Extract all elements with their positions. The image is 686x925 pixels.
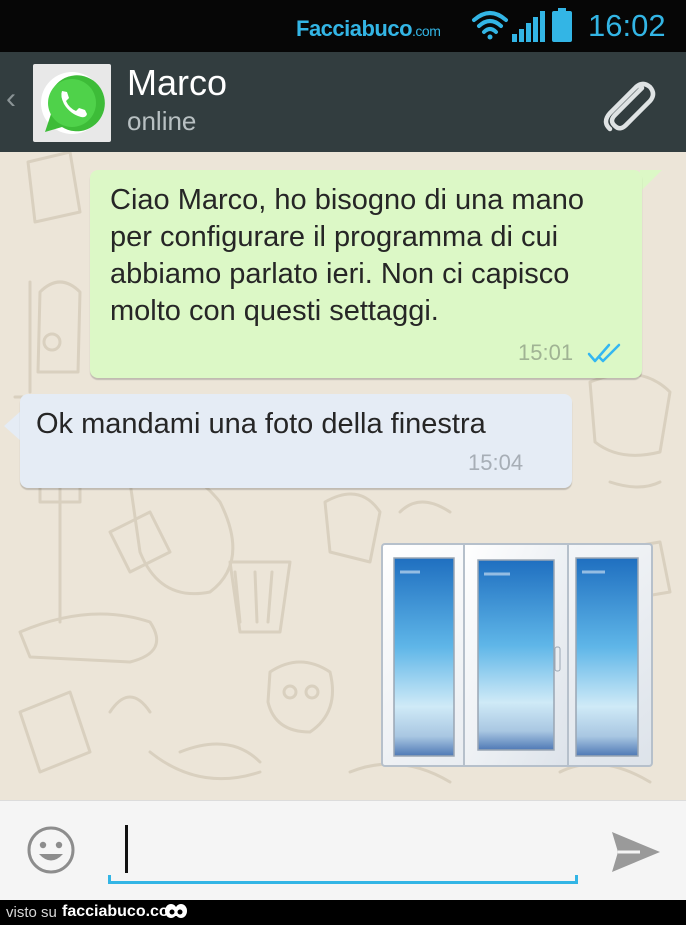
chat-header: ‹ Marco online (0, 52, 686, 152)
message-text: Ciao Marco, ho bisogno di una mano per c… (110, 184, 584, 327)
back-button[interactable]: ‹ (6, 84, 16, 114)
status-icons (472, 8, 572, 42)
outgoing-bubble-tail (640, 170, 662, 192)
input-underline-left (108, 875, 111, 884)
message-text: Ok mandami una foto della finestra (36, 408, 486, 440)
double-check-icon (587, 343, 621, 363)
incoming-message-bubble[interactable]: Ok mandami una foto della finestra 15:04 (20, 394, 572, 488)
status-brand-suffix: .com (412, 23, 441, 39)
avatar[interactable] (33, 64, 111, 142)
status-brand-name: Facciabuco (296, 16, 413, 41)
smiley-icon[interactable] (26, 825, 76, 875)
message-time: 15:01 (518, 340, 574, 365)
signal-icon (512, 11, 545, 42)
eyes-icon (165, 904, 187, 918)
battery-icon (552, 8, 572, 42)
message-time: 15:04 (468, 450, 524, 475)
input-bar (0, 800, 686, 901)
message-input[interactable] (108, 821, 578, 884)
chat-area[interactable]: Ciao Marco, ho bisogno di una mano per c… (0, 152, 686, 800)
window-image[interactable] (380, 542, 656, 770)
text-cursor (125, 825, 128, 873)
status-time: 16:02 (588, 8, 666, 43)
wifi-icon (472, 11, 508, 40)
contact-status: online (127, 106, 197, 136)
whatsapp-logo-icon (41, 72, 105, 134)
status-bar: Facciabuco.com 16:02 (0, 0, 686, 52)
contact-name[interactable]: Marco (127, 62, 227, 104)
outgoing-message-bubble[interactable]: Ciao Marco, ho bisogno di una mano per c… (90, 170, 642, 378)
status-brand: Facciabuco.com (296, 16, 441, 42)
footer-prefix: visto su (6, 904, 57, 921)
input-underline-right (575, 875, 578, 884)
send-icon[interactable] (610, 829, 662, 875)
paperclip-icon[interactable] (598, 76, 658, 132)
footer: visto su facciabuco.com (0, 900, 686, 925)
